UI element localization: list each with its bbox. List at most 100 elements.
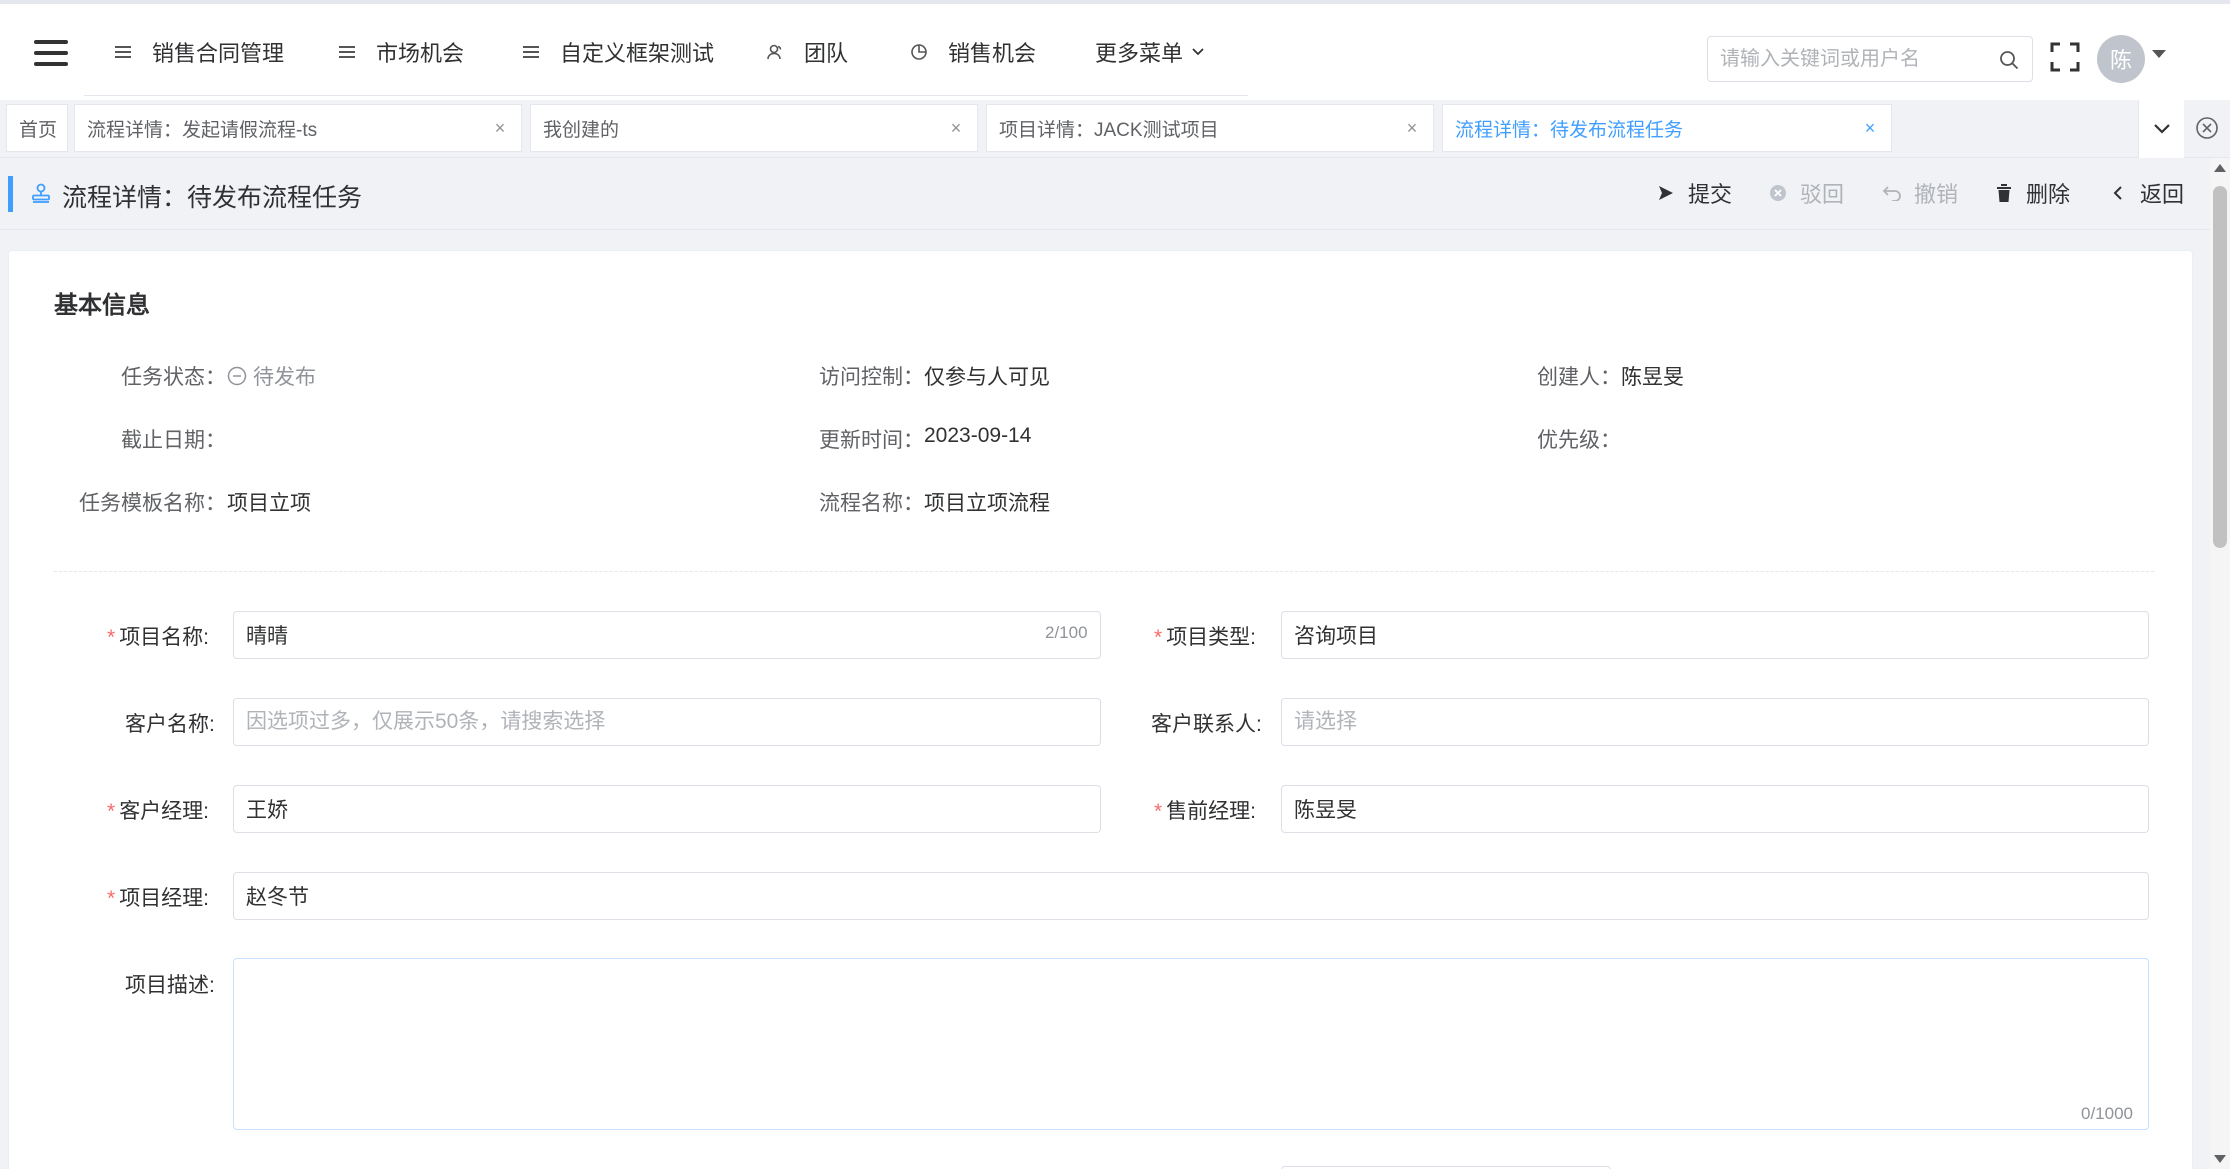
revoke-label: 撤销: [1914, 182, 1959, 207]
circle-close-icon: [1768, 183, 1788, 203]
tab-label: 首页: [19, 119, 58, 141]
divider: [54, 571, 2154, 572]
close-icon[interactable]: ×: [1403, 119, 1421, 137]
undo-icon: [1882, 183, 1902, 203]
account-manager-label: * 客户经理:: [107, 800, 210, 823]
submit-label: 提交: [1688, 182, 1733, 207]
delete-button[interactable]: 删除: [1994, 178, 2070, 208]
menu-item-custom-framework[interactable]: 自定义框架测试: [522, 32, 714, 72]
updated-label: 更新时间：: [819, 429, 924, 452]
project-manager-label: * 项目经理:: [107, 887, 210, 910]
team-icon: [766, 43, 784, 61]
customer-contact-select[interactable]: [1281, 698, 2149, 746]
list-icon: [338, 43, 356, 61]
flow-value: 项目立项流程: [924, 492, 1050, 515]
creator-label: 创建人：: [1537, 366, 1621, 389]
menu-item-team[interactable]: 团队: [766, 32, 848, 72]
delete-label: 删除: [2026, 182, 2071, 207]
caret-down-icon[interactable]: [2152, 50, 2166, 58]
tabs-dropdown-icon[interactable]: [2138, 100, 2184, 158]
avatar[interactable]: 陈: [2097, 35, 2145, 83]
customer-contact-label: 客户联系人:: [1151, 713, 1262, 736]
project-name-counter: 2/100: [1045, 623, 1088, 642]
reject-label: 驳回: [1800, 182, 1845, 207]
scrollbar-thumb[interactable]: [2213, 186, 2227, 548]
global-search: [1707, 36, 2033, 82]
creator-value: 陈昱旻: [1621, 366, 1684, 389]
menu-item-sales-opportunity[interactable]: 销售机会: [910, 32, 1036, 72]
tabs-bar: 首页 流程详情：发起请假流程-ts × 我创建的 × 项目详情：JACK测试项目…: [0, 100, 2230, 158]
tab-flow-pending[interactable]: 流程详情：待发布流程任务 ×: [1442, 104, 1892, 152]
updated-value: 2023-09-14: [924, 424, 1032, 447]
page-title: 流程详情：待发布流程任务: [62, 184, 363, 212]
list-icon: [522, 43, 540, 61]
task-status-text: 待发布: [253, 366, 316, 389]
tab-my-created[interactable]: 我创建的 ×: [530, 104, 978, 152]
template-value: 项目立项: [227, 492, 311, 515]
menu-item-label: 更多菜单: [1095, 41, 1184, 66]
tab-label: 项目详情：JACK测试项目: [999, 119, 1219, 141]
deadline-label: 截止日期：: [121, 429, 226, 452]
project-name-input[interactable]: [233, 611, 1101, 659]
revoke-button[interactable]: 撤销: [1882, 178, 1958, 208]
hamburger-menu-icon[interactable]: [34, 40, 68, 68]
close-icon[interactable]: ×: [491, 119, 509, 137]
tab-home[interactable]: 首页: [6, 104, 68, 152]
task-status-value: 待发布: [227, 361, 316, 391]
close-icon[interactable]: ×: [1861, 119, 1879, 137]
pie-chart-icon: [910, 43, 928, 61]
presales-manager-select[interactable]: [1281, 785, 2149, 833]
description-label: 项目描述:: [125, 974, 215, 997]
flow-label: 流程名称：: [819, 492, 924, 515]
reject-button[interactable]: 驳回: [1768, 178, 1844, 208]
task-status-label: 任务状态：: [121, 366, 226, 389]
back-button[interactable]: 返回: [2108, 178, 2184, 208]
chevron-left-icon: [2108, 183, 2128, 203]
scroll-down-icon[interactable]: [2214, 1155, 2226, 1163]
presales-manager-label: * 售前经理:: [1154, 800, 1257, 823]
tab-flow-leave[interactable]: 流程详情：发起请假流程-ts ×: [74, 104, 522, 152]
project-type-label: * 项目类型:: [1154, 626, 1257, 649]
description-textarea[interactable]: [233, 958, 2149, 1130]
tab-label: 流程详情：待发布流程任务: [1455, 119, 1684, 141]
close-all-tabs-icon[interactable]: [2195, 116, 2221, 142]
access-label: 访问控制：: [819, 366, 924, 389]
menu-item-label: 团队: [804, 41, 849, 66]
project-type-select[interactable]: [1281, 611, 2149, 659]
account-manager-select[interactable]: [233, 785, 1101, 833]
send-icon: [1656, 183, 1676, 203]
title-accent-bar: [8, 176, 13, 212]
detail-card: 基本信息 任务状态： 待发布 访问控制： 仅参与人可见 创建人： 陈昱旻 截止日…: [8, 250, 2193, 1169]
customer-name-select[interactable]: [233, 698, 1101, 746]
scroll-up-icon[interactable]: [2214, 164, 2226, 172]
top-navbar: 销售合同管理 市场机会 自定义框架测试 团队 销售机会 更多菜单 请输入关键词或…: [0, 0, 2230, 100]
close-icon[interactable]: ×: [947, 119, 965, 137]
menu-item-label: 市场机会: [376, 41, 465, 66]
minus-circle-icon: [227, 366, 247, 386]
back-label: 返回: [2140, 182, 2185, 207]
section-title: 基本信息: [54, 292, 150, 319]
list-icon: [114, 43, 132, 61]
menu-item-more[interactable]: 更多菜单: [1095, 32, 1205, 72]
menu-item-label: 销售合同管理: [152, 41, 285, 66]
fullscreen-icon[interactable]: [2050, 42, 2080, 72]
submit-button[interactable]: 提交: [1656, 178, 1732, 208]
chevron-down-icon: [1191, 47, 1205, 57]
priority-label: 优先级：: [1537, 429, 1621, 452]
tab-label: 我创建的: [543, 119, 620, 141]
menu-item-label: 自定义框架测试: [560, 41, 715, 66]
menu-item-label: 销售机会: [948, 41, 1037, 66]
project-name-label: * 项目名称:: [107, 626, 210, 649]
project-manager-select[interactable]: [233, 872, 2149, 920]
trash-icon: [1994, 183, 2014, 203]
search-icon[interactable]: [1998, 49, 2020, 71]
access-value: 仅参与人可见: [924, 366, 1050, 389]
stamp-icon: [30, 182, 52, 204]
page-scrollbar[interactable]: [2210, 158, 2230, 1169]
page-header: 流程详情：待发布流程任务 提交 驳回 撤销 删除 返回: [0, 158, 2210, 230]
menu-item-sales-contract[interactable]: 销售合同管理: [114, 32, 284, 72]
main-menu: 销售合同管理 市场机会 自定义框架测试 团队 销售机会 更多菜单: [84, 4, 1248, 96]
menu-item-market-opportunity[interactable]: 市场机会: [338, 32, 464, 72]
search-input[interactable]: [1720, 37, 1990, 81]
tab-project-jack[interactable]: 项目详情：JACK测试项目 ×: [986, 104, 1434, 152]
